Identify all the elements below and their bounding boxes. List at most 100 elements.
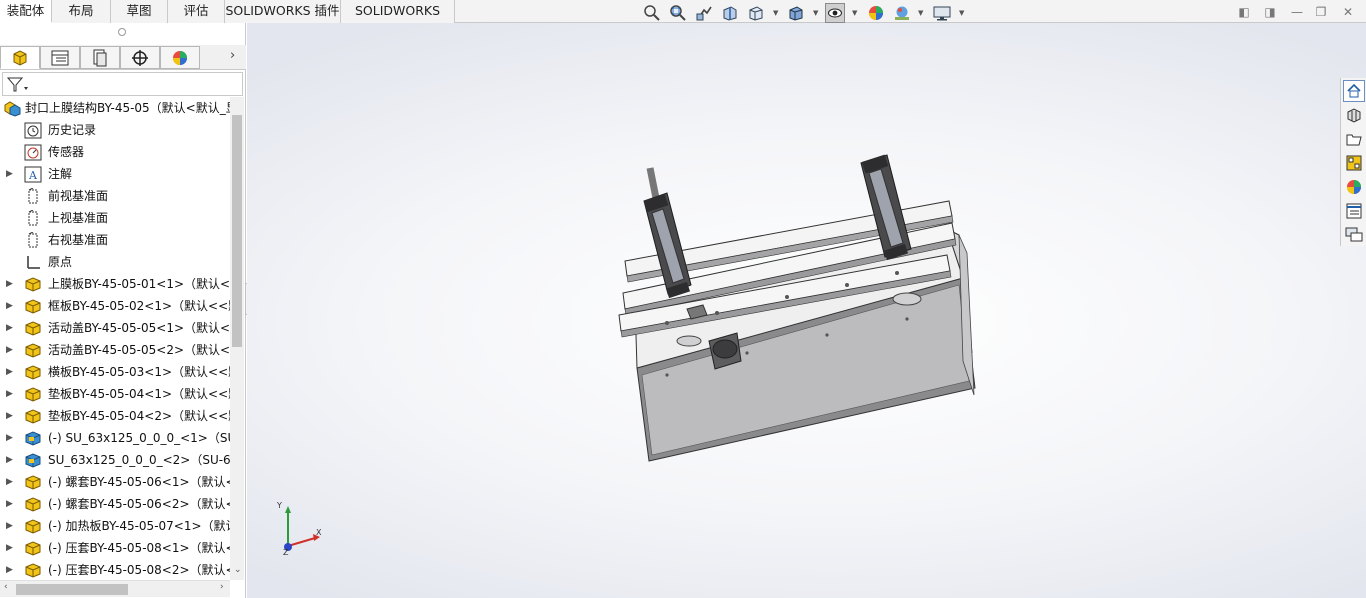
tree-vertical-scrollbar[interactable] bbox=[230, 97, 244, 580]
view-palette-icon[interactable] bbox=[1343, 152, 1365, 174]
tree-item-label: 传感器 bbox=[48, 145, 85, 159]
panel-grip-icon[interactable] bbox=[118, 28, 126, 36]
tree-item[interactable]: ▶ A 注解 bbox=[0, 163, 230, 185]
tree-item[interactable]: ▶ 垫板BY-45-05-04<1>（默认<<默 bbox=[0, 383, 230, 405]
expand-arrow-icon[interactable]: ▶ bbox=[6, 519, 16, 533]
assembly-model[interactable] bbox=[247, 23, 1366, 598]
expand-arrow-icon[interactable]: ▶ bbox=[6, 497, 16, 511]
part-icon bbox=[24, 298, 42, 315]
property-manager-icon[interactable] bbox=[40, 46, 80, 69]
section-view-icon[interactable] bbox=[720, 3, 740, 23]
feature-manager-icon[interactable] bbox=[0, 46, 40, 69]
tree-item[interactable]: 历史记录 bbox=[0, 119, 230, 141]
chevron-down-icon[interactable]: ▼ bbox=[813, 9, 818, 17]
scroll-left-icon[interactable]: ‹ bbox=[4, 582, 8, 592]
hide-show-items-icon[interactable] bbox=[825, 3, 845, 23]
minimize-icon[interactable]: — bbox=[1289, 5, 1305, 19]
apply-scene-icon[interactable] bbox=[892, 3, 912, 23]
tree-item[interactable]: ▶ (-) 压套BY-45-05-08<2>（默认< bbox=[0, 559, 230, 581]
expand-arrow-icon[interactable]: ▶ bbox=[6, 409, 16, 423]
tree-item[interactable]: ▶ (-) 加热板BY-45-05-07<1>（默认 bbox=[0, 515, 230, 537]
display-style-icon[interactable] bbox=[786, 3, 806, 23]
panel-tabs: › bbox=[0, 45, 246, 70]
tree-item[interactable]: ▶ 垫板BY-45-05-04<2>（默认<<默 bbox=[0, 405, 230, 427]
home-icon[interactable] bbox=[1343, 80, 1365, 102]
tree-item[interactable]: 传感器 bbox=[0, 141, 230, 163]
tree-item-label: 原点 bbox=[48, 255, 73, 269]
expand-arrow-icon[interactable]: ▶ bbox=[6, 321, 16, 335]
restore-icon[interactable]: ❐ bbox=[1313, 5, 1329, 19]
tab-sketch[interactable]: 草图 bbox=[111, 0, 168, 23]
tree-item[interactable]: ▶ 框板BY-45-05-02<1>（默认<<默 bbox=[0, 295, 230, 317]
part-icon bbox=[24, 386, 42, 403]
chevron-down-icon[interactable]: ▼ bbox=[959, 9, 964, 17]
scroll-down-icon[interactable]: ⌄ bbox=[234, 565, 242, 575]
tree-item[interactable]: ▶ 活动盖BY-45-05-05<1>（默认<< bbox=[0, 317, 230, 339]
scroll-right-icon[interactable]: › bbox=[220, 582, 224, 592]
tree-item[interactable]: ▶ (-) SU_63x125_0_0_0_<1>（SU-6 bbox=[0, 427, 230, 449]
assembly-icon bbox=[3, 100, 21, 117]
panel-right-icon[interactable]: ◨ bbox=[1262, 5, 1278, 19]
expand-arrow-icon[interactable]: ▶ bbox=[6, 167, 16, 181]
tree-item[interactable]: ▶ (-) 压套BY-45-05-08<1>（默认< bbox=[0, 537, 230, 559]
tree-root-assembly[interactable]: 封口上膜结构BY-45-05（默认<默认_显 bbox=[0, 97, 230, 119]
tab-layout[interactable]: 布局 bbox=[52, 0, 111, 23]
previous-view-icon[interactable] bbox=[694, 3, 714, 23]
chevron-down-icon[interactable]: ▼ bbox=[918, 9, 923, 17]
expand-arrow-icon[interactable]: ▶ bbox=[6, 277, 16, 291]
tree-item[interactable]: 上视基准面 bbox=[0, 207, 230, 229]
tab-solidworks-addins[interactable]: SOLIDWORKS 插件 bbox=[225, 0, 341, 23]
edit-appearance-icon[interactable] bbox=[866, 3, 886, 23]
design-library-icon[interactable] bbox=[1343, 104, 1365, 126]
tab-solidworks-mbd[interactable]: SOLIDWORKS MBD bbox=[341, 0, 455, 40]
appearances-icon[interactable] bbox=[1343, 176, 1365, 198]
file-explorer-icon[interactable] bbox=[1343, 128, 1365, 150]
tree-item[interactable]: ▶ (-) 螺套BY-45-05-06<1>（默认< bbox=[0, 471, 230, 493]
display-manager-icon[interactable] bbox=[160, 46, 200, 69]
expand-arrow-icon[interactable]: ▶ bbox=[6, 387, 16, 401]
expand-arrow-icon[interactable]: ▶ bbox=[6, 541, 16, 555]
close-icon[interactable]: ✕ bbox=[1340, 5, 1356, 19]
expand-arrow-icon[interactable]: ▶ bbox=[6, 299, 16, 313]
configuration-manager-icon[interactable] bbox=[80, 46, 120, 69]
view-settings-icon[interactable] bbox=[932, 3, 952, 23]
scrollbar-thumb[interactable] bbox=[232, 115, 242, 347]
forum-icon[interactable] bbox=[1343, 224, 1365, 246]
panel-left-icon[interactable]: ◧ bbox=[1236, 5, 1252, 19]
tree-item[interactable]: ▶ SU_63x125_0_0_0_<2>（SU-63x1 bbox=[0, 449, 230, 471]
expand-arrow-icon[interactable]: ▶ bbox=[6, 453, 16, 467]
tree-item[interactable]: 右视基准面 bbox=[0, 229, 230, 251]
zoom-to-fit-icon[interactable] bbox=[642, 3, 662, 23]
view-orientation-icon[interactable] bbox=[746, 3, 766, 23]
chevron-down-icon[interactable]: ▼ bbox=[773, 9, 778, 17]
tab-assembly[interactable]: 装配体 bbox=[0, 0, 52, 23]
graphics-area[interactable]: Y X Z bbox=[247, 23, 1366, 598]
assembly-icon bbox=[24, 452, 42, 469]
expand-arrow-icon[interactable]: ▶ bbox=[6, 563, 16, 577]
tree-item[interactable]: ▶ 活动盖BY-45-05-05<2>（默认<< bbox=[0, 339, 230, 361]
tree-filter[interactable] bbox=[2, 72, 243, 96]
chevron-down-icon[interactable]: ▼ bbox=[852, 9, 857, 17]
plane-icon bbox=[24, 187, 42, 205]
tree-item[interactable]: ▶ (-) 螺套BY-45-05-06<2>（默认< bbox=[0, 493, 230, 515]
filter-icon[interactable] bbox=[6, 76, 30, 93]
scrollbar-thumb[interactable] bbox=[16, 584, 128, 595]
tree-item[interactable]: ▶ 上膜板BY-45-05-01<1>（默认<< bbox=[0, 273, 230, 295]
expand-arrow-icon[interactable]: ▶ bbox=[6, 431, 16, 445]
tree-item-label: SU_63x125_0_0_0_<2>（SU-63x1 bbox=[48, 453, 230, 467]
dimxpert-icon[interactable] bbox=[120, 46, 160, 69]
tree-horizontal-scrollbar[interactable]: ‹ › bbox=[0, 580, 230, 597]
triad-axes[interactable] bbox=[273, 501, 333, 561]
expand-arrow-icon[interactable]: ▶ bbox=[6, 365, 16, 379]
expand-arrow-icon[interactable]: ▶ bbox=[6, 343, 16, 357]
tree-item[interactable]: ▶ 横板BY-45-05-03<1>（默认<<默 bbox=[0, 361, 230, 383]
expand-arrow-icon[interactable]: ▶ bbox=[6, 475, 16, 489]
tree-item[interactable]: 原点 bbox=[0, 251, 230, 273]
tab-evaluate[interactable]: 评估 bbox=[168, 0, 225, 23]
origin-icon bbox=[24, 254, 42, 271]
part-icon bbox=[24, 408, 42, 425]
chevron-right-icon[interactable]: › bbox=[230, 48, 235, 63]
tree-item[interactable]: 前视基准面 bbox=[0, 185, 230, 207]
zoom-to-area-icon[interactable] bbox=[668, 3, 688, 23]
custom-properties-icon[interactable] bbox=[1343, 200, 1365, 222]
